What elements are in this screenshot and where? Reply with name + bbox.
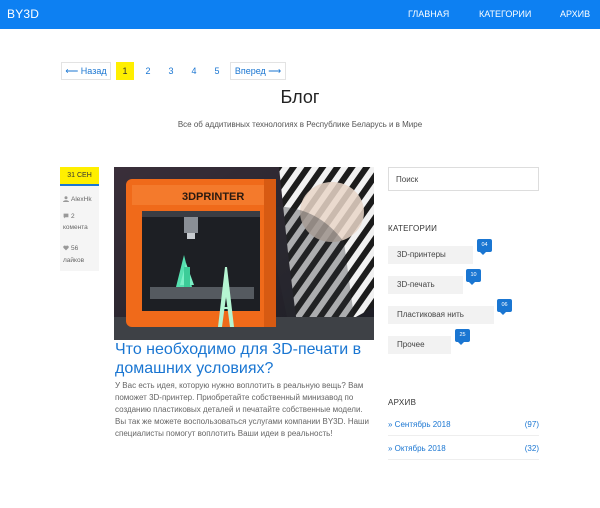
archive-heading: АРХИВ (388, 398, 417, 407)
heart-icon (63, 245, 69, 251)
archive-label: » Октябрь 2018 (388, 444, 446, 453)
post-excerpt: У Вас есть идея, которую нужно воплотить… (115, 381, 369, 438)
category-3d-printers[interactable]: 3D-принтеры (388, 246, 473, 264)
3d-printer-photo: 3DPRINTER (114, 167, 374, 340)
page-title: Блог (280, 87, 320, 107)
post-title-link[interactable]: Что необходимо для 3D-печати в домашних … (115, 340, 380, 378)
page-5-button[interactable]: 5 (208, 62, 226, 80)
archive-count: (97) (524, 420, 539, 429)
printer-brand-text: 3DPRINTER (182, 191, 244, 203)
next-page-button[interactable]: Вперед ⟶ (230, 62, 286, 80)
category-count-badge: 25 (455, 329, 470, 345)
archive-label: » Сентябрь 2018 (388, 420, 451, 429)
prev-page-button[interactable]: ⟵ Назад (61, 62, 111, 80)
nav-link-home[interactable]: ГЛАВНАЯ (408, 9, 449, 19)
post-date-badge: 31 СЕН (60, 167, 99, 184)
archive-count: (32) (524, 444, 539, 453)
category-count-badge: 06 (497, 299, 512, 315)
likes-count: 56 (71, 245, 79, 252)
top-navbar: BY3D ГЛАВНАЯ КАТЕГОРИИ АРХИВ (0, 0, 600, 29)
categories-heading: КАТЕГОРИИ (388, 224, 438, 233)
category-3d-printing[interactable]: 3D-печать (388, 276, 463, 294)
post-comments[interactable]: 2 (63, 212, 75, 221)
archive-divider (388, 459, 539, 460)
category-count-badge: 10 (466, 269, 481, 285)
page-1-button[interactable]: 1 (116, 62, 134, 80)
page-2-button[interactable]: 2 (139, 62, 157, 80)
category-count-badge: 04 (477, 239, 492, 255)
post-likes[interactable]: 56 (63, 244, 78, 253)
category-other[interactable]: Прочее (388, 336, 451, 354)
nav-link-categories[interactable]: КАТЕГОРИИ (479, 9, 531, 19)
archive-link-september[interactable]: » Сентябрь 2018 (97) (388, 418, 539, 432)
archive-divider (388, 435, 539, 436)
comments-label: комента (63, 224, 88, 231)
page-4-button[interactable]: 4 (185, 62, 203, 80)
comment-icon (63, 213, 69, 219)
date-underline (60, 184, 99, 186)
archive-link-october[interactable]: » Октябрь 2018 (32) (388, 442, 539, 456)
nav-link-archive[interactable]: АРХИВ (560, 9, 590, 19)
comments-count: 2 (71, 213, 75, 220)
likes-label: лайков (63, 257, 85, 264)
category-plastic-filament[interactable]: Пластиковая нить (388, 306, 494, 324)
post-meta: 31 СЕН AlexHk 2 комента 56 лайков (60, 167, 99, 271)
user-icon (63, 196, 69, 202)
post-author[interactable]: AlexHk (63, 195, 92, 204)
post-image[interactable]: 3DPRINTER (114, 167, 374, 340)
site-logo[interactable]: BY3D (7, 7, 39, 21)
search-input[interactable] (388, 167, 539, 191)
page-subtitle: Все об аддитивных технологиях в Республи… (177, 120, 423, 129)
page-3-button[interactable]: 3 (162, 62, 180, 80)
author-name: AlexHk (71, 196, 92, 203)
